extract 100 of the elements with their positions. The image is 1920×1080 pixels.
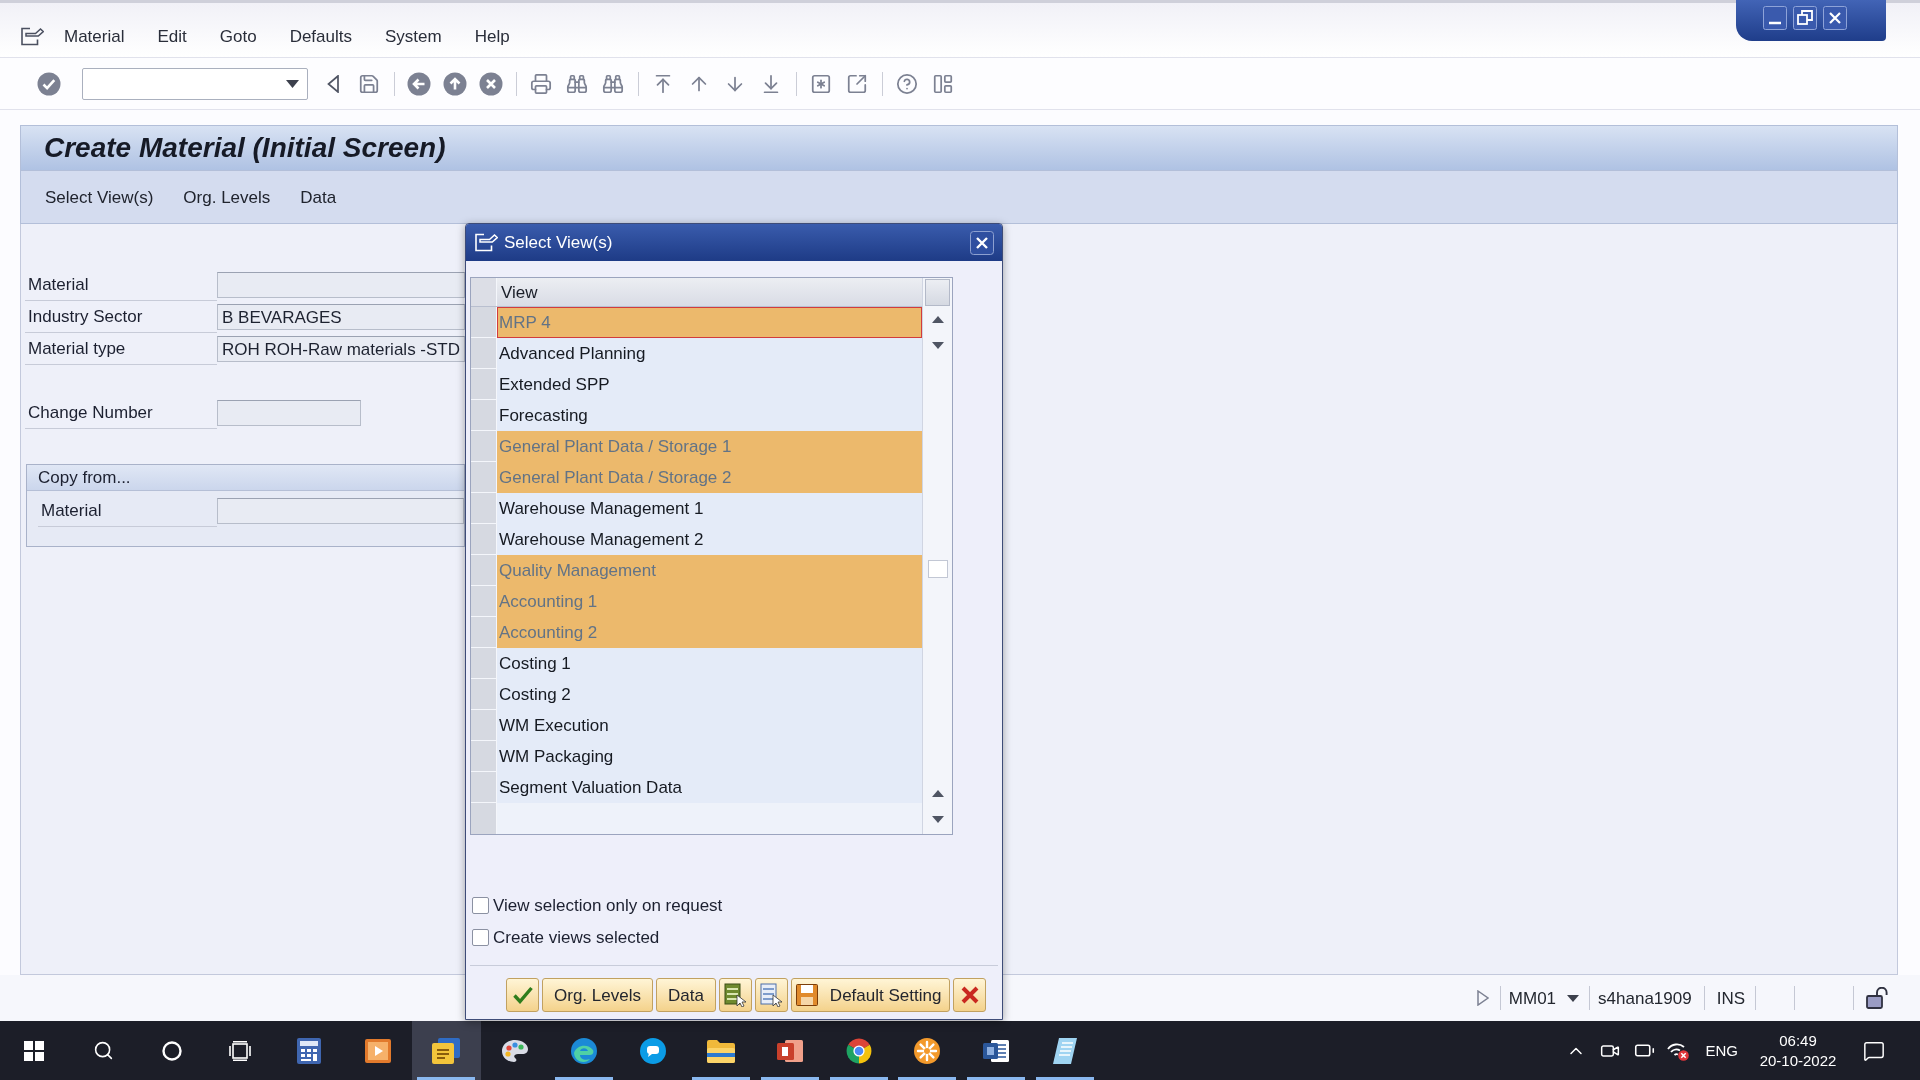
clock-time: 06:49: [1779, 1033, 1817, 1048]
flower-disc-icon[interactable]: [914, 1037, 941, 1064]
search-icon[interactable]: [92, 1040, 114, 1061]
checkbox[interactable]: [472, 896, 489, 914]
window-icon[interactable]: [475, 233, 498, 252]
view-list-item[interactable]: Costing 2: [497, 679, 922, 710]
confirm-button[interactable]: [506, 978, 539, 1012]
table-settings-cell[interactable]: [925, 279, 950, 306]
menu-item[interactable]: Defaults: [289, 27, 352, 45]
menu-item[interactable]: Material: [64, 27, 125, 45]
help-icon[interactable]: [896, 72, 918, 95]
menu-item[interactable]: Goto: [219, 27, 257, 45]
group-title: Copy from...: [38, 469, 131, 486]
slides-tile-icon[interactable]: [776, 1037, 803, 1064]
command-field[interactable]: [82, 67, 308, 100]
menu-item[interactable]: Edit: [157, 27, 187, 45]
scroll-down-icon[interactable]: [931, 341, 944, 349]
binoculars-icon[interactable]: [566, 72, 588, 95]
task-view-icon[interactable]: [229, 1040, 252, 1061]
dialog-button[interactable]: Data: [655, 978, 716, 1012]
menu-item[interactable]: Help: [474, 27, 510, 45]
caret-down-icon[interactable]: [286, 79, 299, 88]
square-arrow-icon[interactable]: [846, 72, 868, 95]
list-cursor-icon: [724, 983, 747, 1007]
chat-disc-icon[interactable]: [639, 1037, 666, 1064]
palette-icon[interactable]: [501, 1038, 530, 1063]
menu-item[interactable]: System: [385, 27, 442, 45]
start-grid-icon[interactable]: [24, 1040, 45, 1061]
minimize-icon[interactable]: [1763, 6, 1787, 30]
cancel-circle-icon[interactable]: [479, 71, 503, 96]
folder-icon[interactable]: [707, 1038, 736, 1063]
toolbar-button[interactable]: Org. Levels: [183, 188, 271, 206]
field-label: Material type: [28, 340, 126, 357]
check-circle-icon[interactable]: [37, 71, 61, 96]
checkbox-label[interactable]: Create views selected: [493, 928, 660, 946]
arrow-left-circle-icon[interactable]: [407, 71, 431, 96]
screen-title: Create Material (Initial Screen): [44, 134, 446, 162]
view-list-item[interactable]: Extended SPP: [497, 369, 922, 400]
close-icon[interactable]: [970, 230, 994, 255]
field-label: Industry Sector: [28, 308, 143, 325]
window-icon[interactable]: [21, 26, 44, 46]
cancel-button[interactable]: [953, 978, 987, 1012]
transaction-code: MM01: [1508, 989, 1557, 1007]
language-indicator[interactable]: ENG: [1705, 1043, 1738, 1058]
scroll-up-icon[interactable]: [931, 315, 944, 323]
notification-icon[interactable]: [1863, 1039, 1885, 1062]
toolbar-button[interactable]: Select View(s): [45, 188, 154, 206]
ring-icon[interactable]: [845, 1037, 872, 1064]
layout-icon[interactable]: [932, 72, 954, 95]
select-all-button[interactable]: [718, 978, 752, 1012]
view-list-item[interactable]: Forecasting: [497, 400, 922, 431]
checkbox[interactable]: [472, 928, 489, 946]
input-field[interactable]: [217, 272, 465, 298]
corner-cell[interactable]: [471, 278, 497, 306]
scroll-down-icon[interactable]: [931, 815, 944, 823]
triangle-left-icon[interactable]: [327, 74, 339, 93]
list-cursor-icon: [760, 983, 783, 1007]
checkbox-label[interactable]: View selection only on request: [493, 896, 723, 914]
clock-date: 20-10-2022: [1759, 1053, 1837, 1068]
view-list-item[interactable]: WM Packaging: [497, 741, 922, 772]
dialog-button[interactable]: Org. Levels: [542, 978, 653, 1012]
play-icon[interactable]: [1476, 990, 1489, 1006]
toolbar-button[interactable]: Data: [300, 188, 337, 206]
arrow-up-circle-icon[interactable]: [443, 71, 467, 96]
padlock-icon[interactable]: [1866, 987, 1890, 1009]
play-tile-icon[interactable]: [364, 1038, 391, 1063]
save-icon[interactable]: [358, 72, 380, 95]
input-mode: INS: [1716, 989, 1745, 1007]
view-list-item[interactable]: Advanced Planning: [497, 338, 922, 369]
close-icon[interactable]: [1823, 6, 1847, 30]
default-setting-button[interactable]: Default Setting: [790, 978, 951, 1012]
document-tile-icon[interactable]: [982, 1037, 1009, 1064]
input-field[interactable]: [217, 498, 464, 524]
calculator-icon[interactable]: [297, 1037, 322, 1064]
dialog-title: Select View(s): [504, 234, 613, 251]
view-list-item[interactable]: Segment Valuation Data: [497, 772, 922, 803]
square-asterisk-icon[interactable]: [810, 72, 832, 95]
input-field[interactable]: B BEVARAGES: [217, 304, 465, 330]
caret-down-icon[interactable]: [1567, 994, 1580, 1002]
swirl-icon[interactable]: [570, 1037, 597, 1064]
ring-outline-icon[interactable]: [161, 1040, 182, 1061]
view-list-item[interactable]: Warehouse Management 2: [497, 524, 922, 555]
printer-icon[interactable]: [530, 72, 552, 95]
input-field[interactable]: [217, 400, 361, 426]
deselect-all-button[interactable]: [754, 978, 788, 1012]
view-list-item[interactable]: Costing 1: [497, 648, 922, 679]
input-field[interactable]: ROH ROH-Raw materials -STD: [217, 336, 466, 362]
column-header[interactable]: View: [497, 278, 922, 306]
sheet-icon[interactable]: [1052, 1037, 1077, 1064]
view-list-item[interactable]: Warehouse Management 1: [497, 493, 922, 524]
check-icon: [512, 986, 533, 1004]
save-icon: [795, 984, 818, 1006]
restore-icon[interactable]: [1793, 6, 1817, 30]
scroll-thumb[interactable]: [927, 560, 948, 578]
window-stack-icon[interactable]: [432, 1037, 461, 1064]
taskbar-button[interactable]: [412, 1021, 481, 1080]
view-list-item[interactable]: WM Execution: [497, 710, 922, 741]
binoculars-icon[interactable]: [602, 72, 624, 95]
close-icon: [960, 986, 979, 1004]
scroll-up-icon[interactable]: [931, 789, 944, 797]
